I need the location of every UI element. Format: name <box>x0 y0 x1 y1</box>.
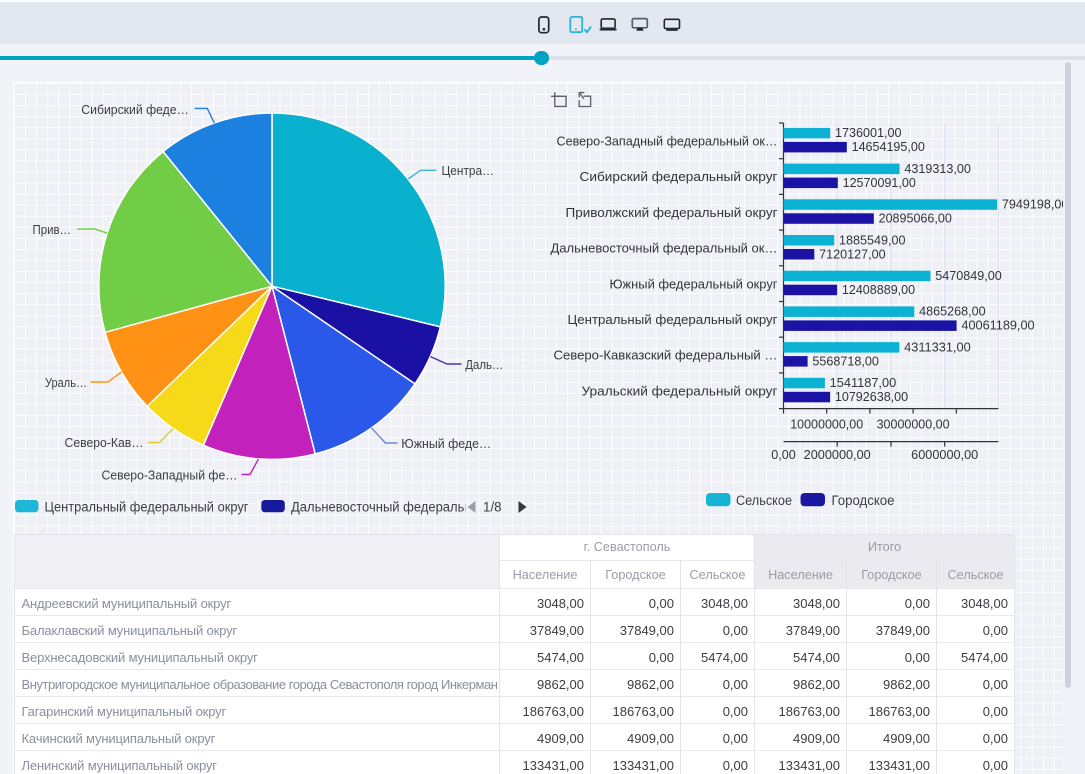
svg-text:Приволжский федеральный округ: Приволжский федеральный округ <box>566 206 778 220</box>
svg-text:1/8: 1/8 <box>483 500 502 515</box>
svg-text:Ураль…: Ураль… <box>45 375 87 390</box>
svg-text:Центральный федеральный округ: Центральный федеральный округ <box>568 313 778 327</box>
svg-text:Южный феде…: Южный феде… <box>401 436 491 451</box>
svg-text:Дальневосточный федеральный ок: Дальневосточный федеральный ок… <box>551 242 778 256</box>
svg-text:Уральский федеральный округ: Уральский федеральный округ <box>582 384 778 398</box>
svg-text:30000000,00: 30000000,00 <box>877 418 950 432</box>
svg-text:Северо-Западный фе…: Северо-Западный фе… <box>102 468 238 483</box>
svg-text:2000000,00: 2000000,00 <box>804 448 871 462</box>
svg-text:Сибирский федеральный округ: Сибирский федеральный округ <box>580 170 778 184</box>
svg-text:14654195,00: 14654195,00 <box>852 140 925 154</box>
svg-text:4319313,00: 4319313,00 <box>904 162 971 176</box>
svg-text:Прив…: Прив… <box>33 222 72 237</box>
svg-text:Городское: Городское <box>832 493 895 508</box>
svg-text:4311331,00: 4311331,00 <box>904 340 971 354</box>
svg-text:10000000,00: 10000000,00 <box>790 418 863 432</box>
svg-text:10792638,00: 10792638,00 <box>835 390 908 404</box>
svg-text:40061189,00: 40061189,00 <box>961 319 1034 333</box>
svg-text:6000000,00: 6000000,00 <box>911 448 978 462</box>
svg-text:Северо-Кавказский федеральный: Северо-Кавказский федеральный … <box>554 349 778 363</box>
svg-text:Даль…: Даль… <box>465 357 503 372</box>
svg-text:0,00: 0,00 <box>771 448 796 462</box>
svg-text:20895066,00: 20895066,00 <box>879 212 952 226</box>
svg-text:Центра…: Центра… <box>442 163 495 178</box>
svg-text:1885549,00: 1885549,00 <box>839 233 906 247</box>
svg-text:7120127,00: 7120127,00 <box>819 247 886 261</box>
svg-text:Северо-Западный федеральный ок: Северо-Западный федеральный ок… <box>557 134 778 148</box>
svg-text:Северо-Кав…: Северо-Кав… <box>65 435 144 450</box>
svg-text:1736001,00: 1736001,00 <box>835 126 902 140</box>
svg-text:1541187,00: 1541187,00 <box>830 376 897 390</box>
svg-text:5568718,00: 5568718,00 <box>812 354 879 368</box>
svg-text:Сельское: Сельское <box>736 493 792 508</box>
svg-text:Сибирский феде…: Сибирский феде… <box>81 102 189 117</box>
svg-text:12408889,00: 12408889,00 <box>842 283 915 297</box>
svg-text:7949198,00: 7949198,00 <box>1002 198 1063 212</box>
svg-text:Центральный федеральный округ: Центральный федеральный округ <box>45 499 249 514</box>
svg-text:5470849,00: 5470849,00 <box>935 269 1002 283</box>
svg-text:12570091,00: 12570091,00 <box>843 176 916 190</box>
svg-text:4865268,00: 4865268,00 <box>919 305 986 319</box>
svg-text:Южный федеральный округ: Южный федеральный округ <box>610 277 778 291</box>
